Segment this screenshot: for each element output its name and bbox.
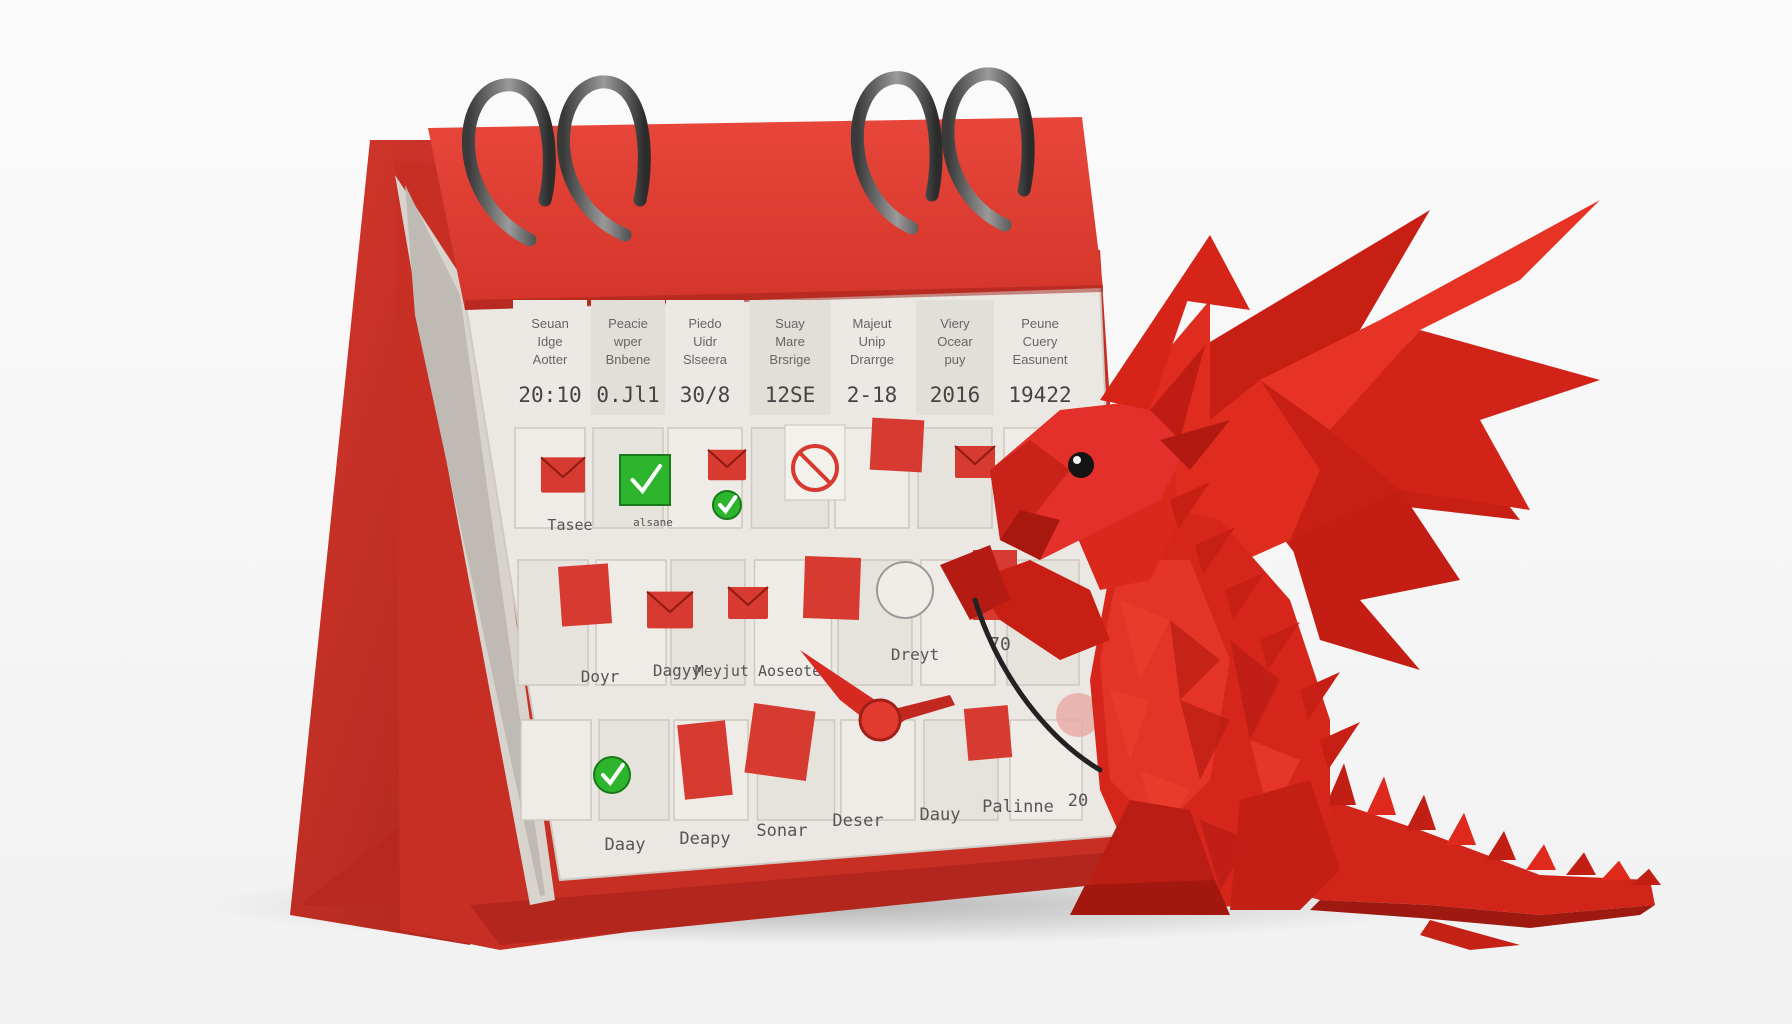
column-header-line: Brsrige — [769, 352, 810, 367]
column-number: 20:10 — [518, 383, 581, 407]
column-number: 2-18 — [847, 383, 898, 407]
red-note — [802, 556, 862, 620]
scene: Seuan Idge Aotter 20:10 Peacie wper Bnbene 0.Jl… — [0, 0, 1792, 1024]
column-header-line: Unip — [859, 334, 886, 349]
red-note — [963, 705, 1013, 761]
row-label: Dauy — [920, 805, 961, 825]
row-label: Tasee — [547, 516, 592, 534]
column-header-line: Seuan — [531, 316, 569, 331]
column-header-line: Bnbene — [606, 352, 651, 367]
column-number: 2016 — [930, 383, 981, 407]
row-label: Deapy — [679, 829, 730, 849]
column-number: 30/8 — [680, 383, 731, 407]
column-header-line: Piedo — [688, 316, 721, 331]
missed-sticker — [540, 456, 586, 493]
row-label: Meyjut Aoseote — [695, 662, 821, 680]
calendar-cell — [520, 719, 592, 821]
red-note — [869, 417, 925, 473]
column-header-line: Aotter — [533, 352, 568, 367]
done-check — [712, 490, 742, 520]
column-header-line: Majeut — [852, 316, 891, 331]
clock-hand-pivot — [858, 698, 902, 742]
column-header-line: Ocear — [937, 334, 973, 349]
calendar-header — [428, 117, 1103, 310]
red-note — [677, 720, 733, 800]
column-header-line: Slseera — [683, 352, 728, 367]
column-header-line: Drarrge — [850, 352, 894, 367]
column-header-line: Peune — [1021, 316, 1059, 331]
dragon-eye — [1068, 452, 1094, 478]
red-note — [557, 563, 613, 627]
done-check — [593, 756, 631, 794]
missed-sticker — [727, 586, 769, 619]
column-header-line: Cuery — [1023, 334, 1058, 349]
column-number: 12SE — [765, 383, 816, 407]
red-note — [744, 703, 816, 781]
row-label: 20 — [1068, 791, 1088, 811]
column-header-line: Uidr — [693, 334, 718, 349]
column-header-line: Peacie — [608, 316, 648, 331]
missed-sticker — [646, 590, 694, 629]
column-header-line: wper — [613, 334, 643, 349]
row-label: Doyr — [581, 667, 620, 686]
row-label: Daay — [605, 835, 646, 855]
missed-sticker — [707, 449, 747, 481]
column-header-line: Idge — [537, 334, 562, 349]
row-label: Palinne — [982, 797, 1054, 817]
row-label: Dreyt — [891, 645, 939, 664]
column-header-line: puy — [945, 352, 966, 367]
row-label: alsane — [633, 516, 673, 529]
row-label: Sonar — [756, 821, 807, 841]
row-label: Deser — [832, 811, 883, 831]
column-header-line: Easunent — [1013, 352, 1068, 367]
column-number: 19422 — [1008, 383, 1071, 407]
dragon-front-foot — [1070, 880, 1230, 915]
column-header-line: Suay — [775, 316, 805, 331]
column-header-line: Mare — [775, 334, 805, 349]
column-headers: Seuan Idge Aotter 20:10 Peacie wper Bnbene 0.Jl… — [513, 300, 1078, 415]
column-header-line: Viery — [940, 316, 970, 331]
clock-icon — [876, 561, 934, 619]
missed-sticker — [954, 445, 996, 478]
done-check — [619, 454, 671, 506]
dragon-eye-glint — [1073, 456, 1081, 464]
column-number: 0.Jl1 — [596, 383, 659, 407]
